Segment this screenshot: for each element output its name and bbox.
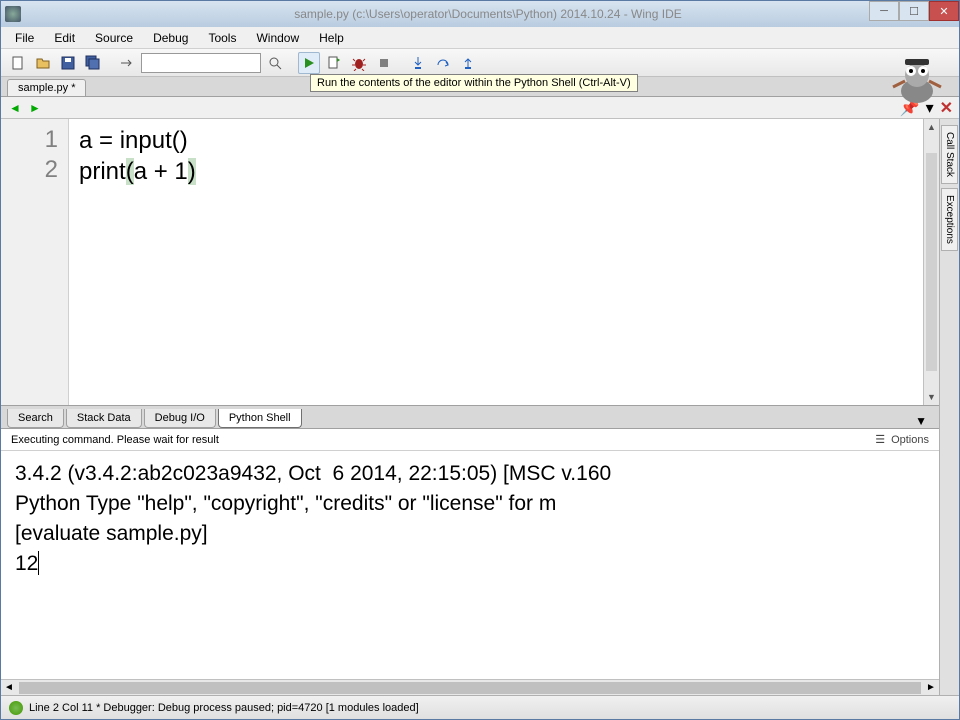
scroll-down-icon[interactable]: ▼ <box>924 389 939 405</box>
code-editor[interactable]: 1 2 a = input() print(a + 1) ▲ ▼ <box>1 119 939 405</box>
titlebar: sample.py (c:\Users\operator\Documents\P… <box>1 1 959 27</box>
line-gutter: 1 2 <box>1 119 69 405</box>
code-area[interactable]: a = input() print(a + 1) <box>69 119 923 405</box>
shell-status-bar: Executing command. Please wait for resul… <box>1 429 939 451</box>
python-shell[interactable]: 3.4.2 (v3.4.2:ab2c023a9432, Oct 6 2014, … <box>1 451 939 679</box>
right-rail: Call Stack Exceptions <box>939 119 959 695</box>
run-tooltip: Run the contents of the editor within th… <box>310 74 638 92</box>
tab-debug-io[interactable]: Debug I/O <box>144 409 216 428</box>
step-out-button[interactable] <box>457 52 479 74</box>
editor-scrollbar[interactable]: ▲ ▼ <box>923 119 939 405</box>
wing-logo-icon <box>885 47 949 111</box>
shell-line-2: Python Type "help", "copyright", "credit… <box>15 489 925 519</box>
rail-exceptions[interactable]: Exceptions <box>941 188 958 251</box>
menu-file[interactable]: File <box>7 29 42 47</box>
run-button[interactable] <box>298 52 320 74</box>
tab-search[interactable]: Search <box>7 409 64 428</box>
nav-back-button[interactable]: ◄ <box>7 100 23 116</box>
shell-h-scrollbar[interactable]: ◄ ► <box>1 679 939 695</box>
tab-stack-data[interactable]: Stack Data <box>66 409 142 428</box>
scroll-thumb[interactable] <box>926 153 937 371</box>
debug-bug-button[interactable] <box>348 52 370 74</box>
menu-help[interactable]: Help <box>311 29 352 47</box>
menu-window[interactable]: Window <box>248 29 307 47</box>
shell-line-1: 3.4.2 (v3.4.2:ab2c023a9432, Oct 6 2014, … <box>15 459 925 489</box>
line-number-1: 1 <box>1 125 58 155</box>
search-button[interactable] <box>264 52 286 74</box>
save-button[interactable] <box>57 52 79 74</box>
rail-call-stack[interactable]: Call Stack <box>941 125 958 184</box>
shell-status-text: Executing command. Please wait for resul… <box>11 434 219 446</box>
window-controls: ─ ☐ ✕ <box>869 1 959 21</box>
menubar: File Edit Source Debug Tools Window Help <box>1 27 959 49</box>
shell-options[interactable]: ☰ Options <box>875 433 929 446</box>
status-icon <box>9 701 23 715</box>
close-button[interactable]: ✕ <box>929 1 959 21</box>
options-icon: ☰ <box>875 433 885 446</box>
scroll-track[interactable] <box>19 682 921 694</box>
maximize-button[interactable]: ☐ <box>899 1 929 21</box>
stop-button[interactable] <box>373 52 395 74</box>
minimize-button[interactable]: ─ <box>869 1 899 21</box>
line-number-2: 2 <box>1 155 58 185</box>
scroll-right-icon[interactable]: ► <box>923 682 939 693</box>
shell-line-4: 12 <box>15 549 925 579</box>
tab-overflow-button[interactable]: ▼ <box>909 414 933 428</box>
editor-wrap: 1 2 a = input() print(a + 1) ▲ ▼ Search … <box>1 119 939 695</box>
nav-strip: ◄ ► 📌 ▾ ✕ <box>1 97 959 119</box>
scroll-up-icon[interactable]: ▲ <box>924 119 939 135</box>
menu-edit[interactable]: Edit <box>46 29 83 47</box>
menu-tools[interactable]: Tools <box>200 29 244 47</box>
file-tab-sample[interactable]: sample.py * <box>7 79 86 96</box>
app-icon <box>5 6 21 22</box>
options-label: Options <box>891 434 929 446</box>
main-window: sample.py (c:\Users\operator\Documents\P… <box>0 0 960 720</box>
open-file-button[interactable] <box>32 52 54 74</box>
nav-forward-button[interactable]: ► <box>27 100 43 116</box>
goto-def-button[interactable] <box>116 52 138 74</box>
window-title: sample.py (c:\Users\operator\Documents\P… <box>21 7 955 21</box>
bottom-tab-strip: Search Stack Data Debug I/O Python Shell… <box>1 405 939 429</box>
new-file-button[interactable] <box>7 52 29 74</box>
step-over-button[interactable] <box>432 52 454 74</box>
main-area: 1 2 a = input() print(a + 1) ▲ ▼ Search … <box>1 119 959 695</box>
menu-debug[interactable]: Debug <box>145 29 196 47</box>
search-input[interactable] <box>141 53 261 73</box>
scroll-left-icon[interactable]: ◄ <box>1 682 17 693</box>
save-all-button[interactable] <box>82 52 104 74</box>
debug-button[interactable] <box>323 52 345 74</box>
status-text: Line 2 Col 11 * Debugger: Debug process … <box>29 702 419 714</box>
statusbar: Line 2 Col 11 * Debugger: Debug process … <box>1 695 959 719</box>
menu-source[interactable]: Source <box>87 29 141 47</box>
step-into-button[interactable] <box>407 52 429 74</box>
shell-line-3: [evaluate sample.py] <box>15 519 925 549</box>
toolbar <box>1 49 959 77</box>
tab-python-shell[interactable]: Python Shell <box>218 409 302 428</box>
